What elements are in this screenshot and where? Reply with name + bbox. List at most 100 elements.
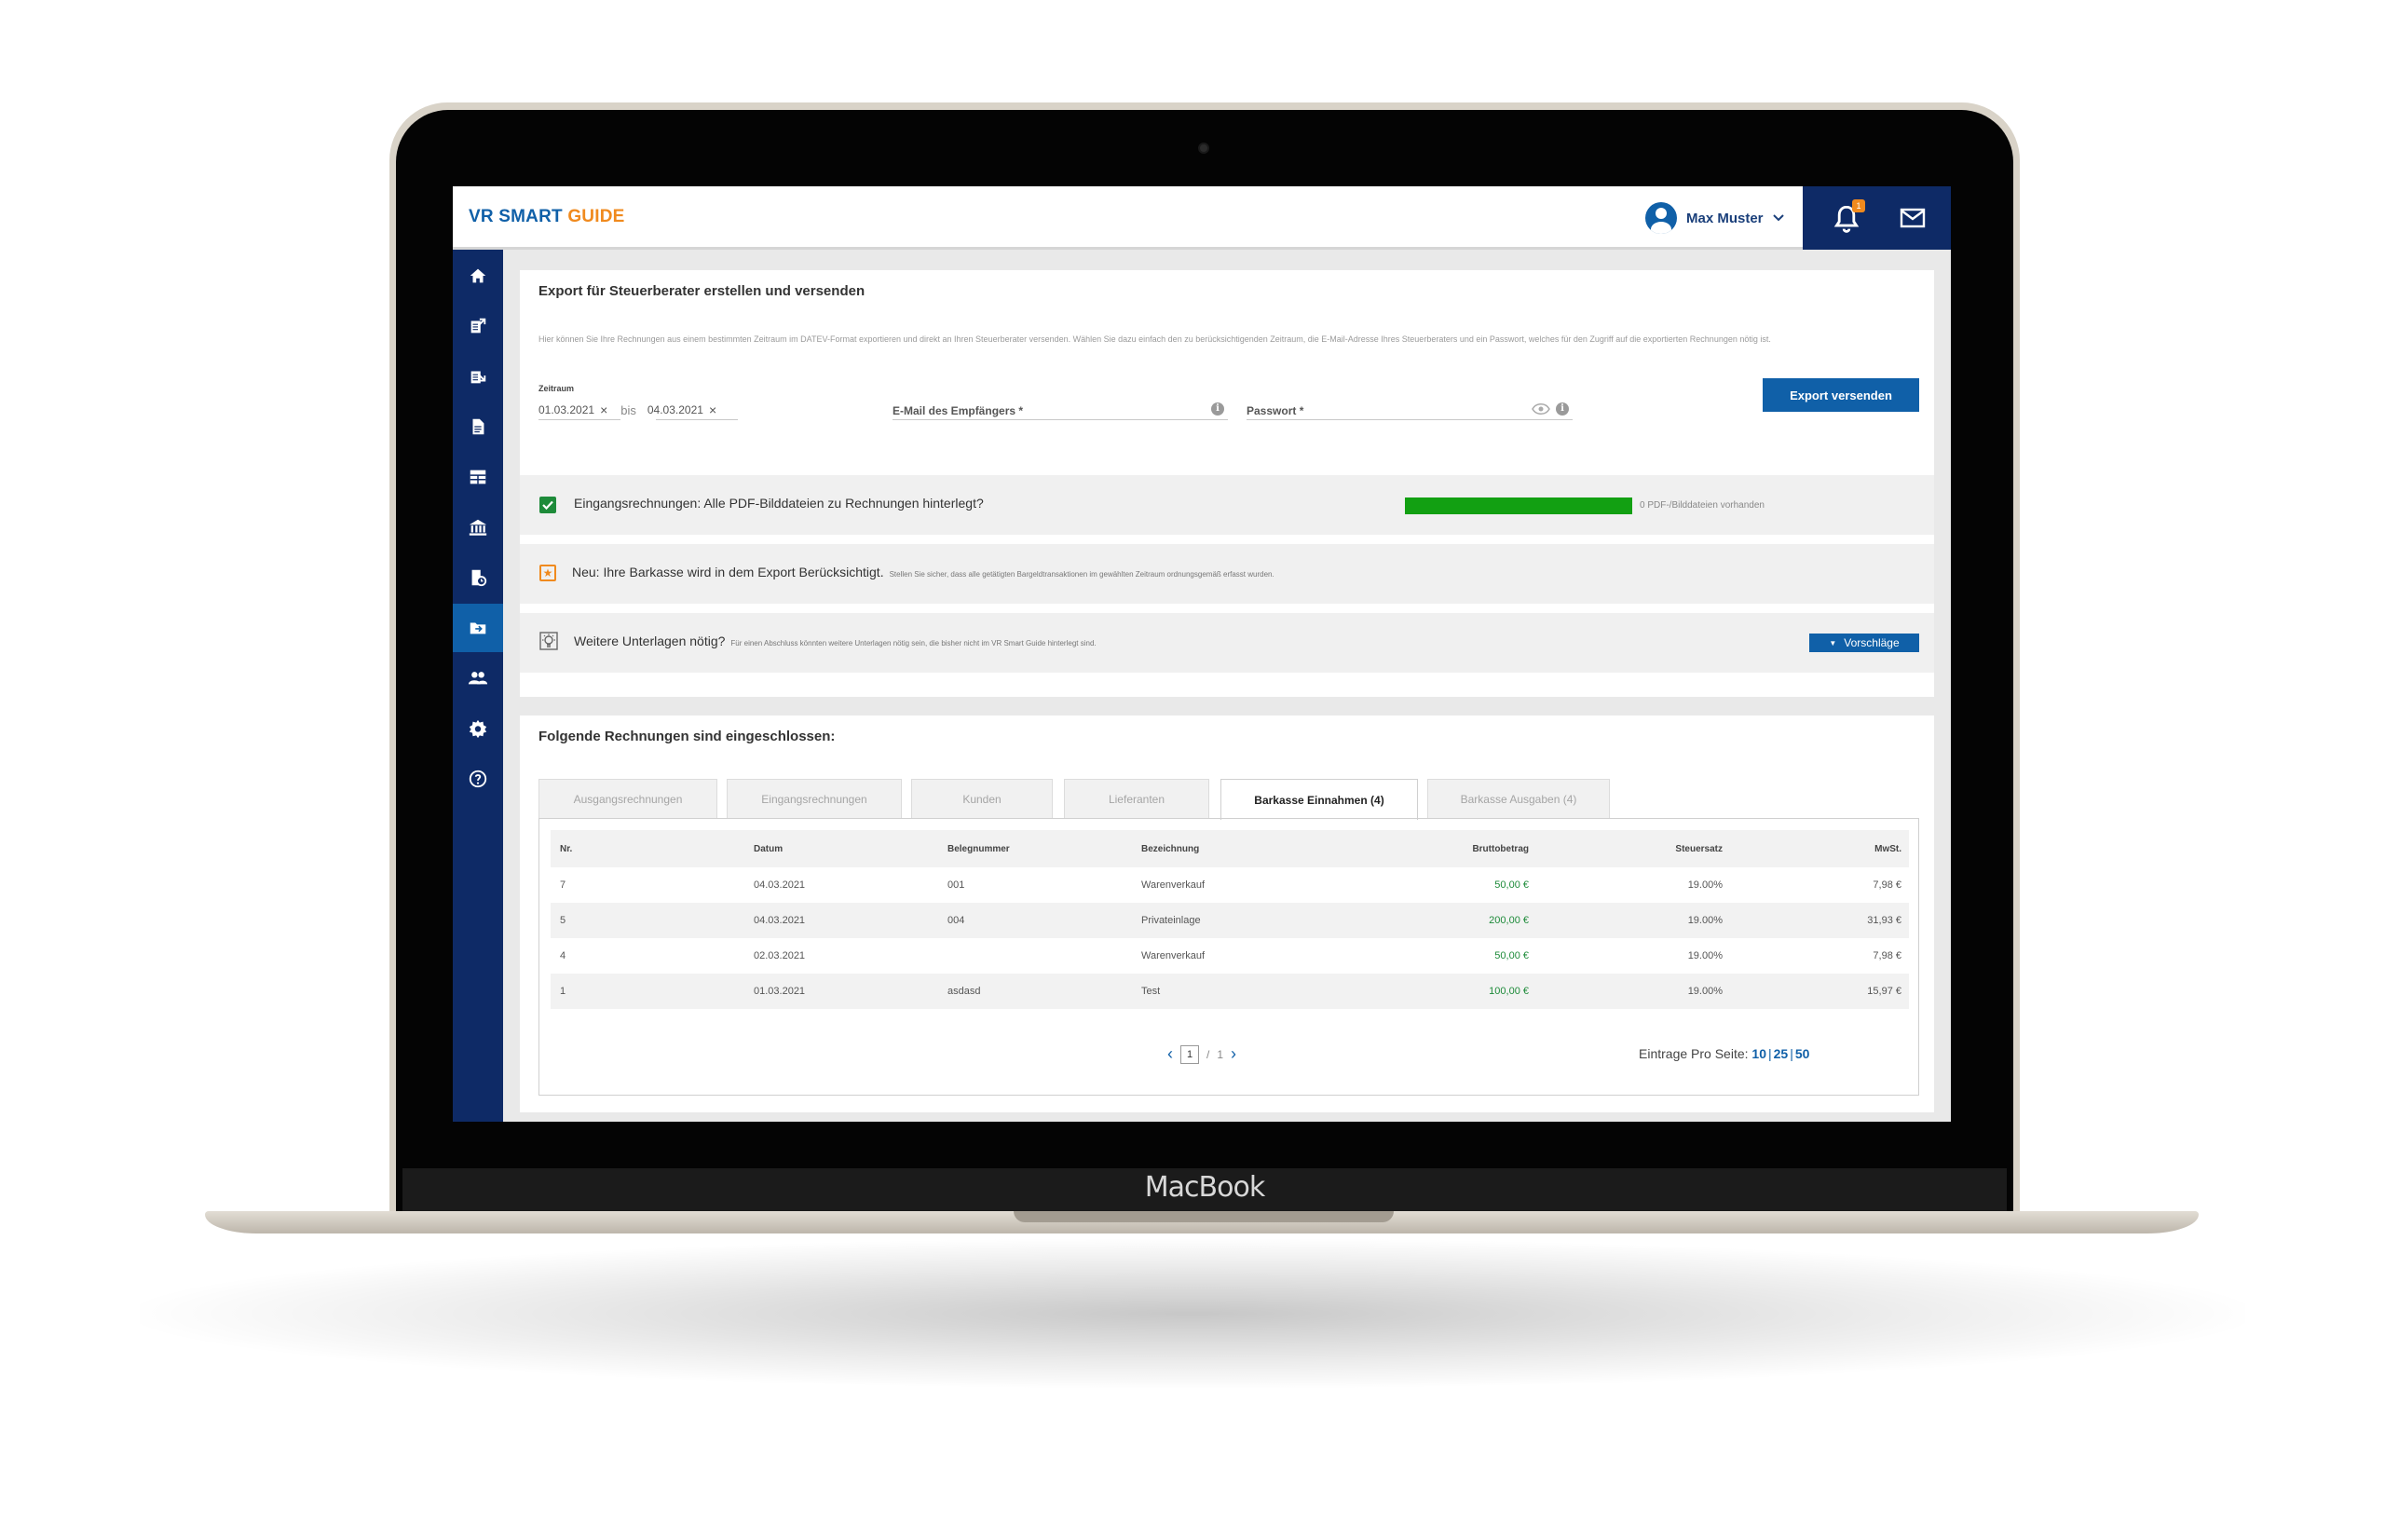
cell-datum: 04.03.2021 bbox=[754, 915, 806, 926]
col-mwst[interactable]: MwSt. bbox=[1762, 830, 1901, 867]
sidebar-item-export[interactable] bbox=[453, 604, 503, 652]
tab-barkasse-ausgaben[interactable]: Barkasse Ausgaben (4) bbox=[1427, 779, 1610, 818]
lightbulb-icon bbox=[539, 632, 558, 650]
date-to-field[interactable]: 04.03.2021 bbox=[647, 403, 703, 416]
per-page-50[interactable]: 50 bbox=[1795, 1046, 1810, 1061]
user-menu[interactable]: Max Muster bbox=[1645, 201, 1784, 235]
pdf-progress-text: 0 PDF-/Bilddateien vorhanden bbox=[1640, 500, 1765, 511]
cell-nr: 7 bbox=[560, 879, 566, 891]
tab-eingangsrechnungen[interactable]: Eingangsrechnungen bbox=[727, 779, 902, 818]
date-range: 01.03.2021 × bis 04.03.2021 × bbox=[538, 402, 729, 417]
entries-per-page-label: Eintrage Pro Seite: bbox=[1639, 1046, 1749, 1061]
bis-label: bis bbox=[620, 402, 636, 417]
cell-mwst: 7,98 € bbox=[1873, 950, 1901, 961]
check-icon bbox=[542, 500, 553, 511]
sidebar-item-outgoing[interactable] bbox=[453, 302, 503, 350]
laptop-notch bbox=[1014, 1211, 1394, 1222]
cash-info-row: ★ Neu: Ihre Barkasse wird in dem Export … bbox=[520, 544, 1934, 604]
app-logo[interactable]: VR SMART GUIDE bbox=[469, 207, 625, 227]
col-steuersatz[interactable]: Steuersatz bbox=[1583, 830, 1723, 867]
sidebar-item-documents[interactable] bbox=[453, 402, 503, 451]
cell-datum: 04.03.2021 bbox=[754, 879, 806, 891]
more-docs-note: Für einen Abschluss könnten weitere Unte… bbox=[730, 639, 1097, 647]
star-icon: ★ bbox=[539, 565, 556, 581]
sidebar-item-help[interactable] bbox=[453, 755, 503, 803]
password-info-icon[interactable]: i bbox=[1556, 402, 1569, 416]
email-field[interactable]: E-Mail des Empfängers * bbox=[893, 404, 1023, 417]
help-icon bbox=[469, 770, 487, 788]
tab-kunden[interactable]: Kunden bbox=[911, 779, 1053, 818]
avatar-icon bbox=[1645, 202, 1677, 234]
cash-info-text: Neu: Ihre Barkasse wird in dem Export Be… bbox=[572, 565, 1274, 579]
gear-icon bbox=[469, 719, 487, 739]
laptop-shadow bbox=[140, 1239, 2245, 1388]
invoice-table: Nr. Datum Belegnummer Bezeichnung Brutto… bbox=[538, 818, 1919, 1096]
col-bezeichnung[interactable]: Bezeichnung bbox=[1141, 830, 1199, 867]
sidebar-item-settings[interactable] bbox=[453, 704, 503, 753]
export-folder-icon bbox=[470, 622, 486, 634]
pagination: ‹ 1 / 1 › bbox=[1167, 1044, 1236, 1064]
per-page-10[interactable]: 10 bbox=[1751, 1046, 1766, 1061]
col-nr[interactable]: Nr. bbox=[560, 830, 572, 867]
table-row[interactable]: 7 04.03.2021 001 Warenverkauf 50,00 € 19… bbox=[551, 867, 1909, 903]
cell-bruttobetrag: 50,00 € bbox=[1494, 950, 1529, 961]
sidebar-item-table[interactable] bbox=[453, 453, 503, 501]
incoming-invoices-icon bbox=[470, 371, 486, 384]
table-row[interactable]: 5 04.03.2021 004 Privateinlage 200,00 € … bbox=[551, 903, 1909, 938]
mail-icon[interactable] bbox=[1899, 205, 1927, 231]
export-card: Export für Steuerberater erstellen und v… bbox=[520, 270, 1934, 697]
logo-text-vr: VR SMART bbox=[469, 207, 568, 226]
tab-ausgangsrechnungen[interactable]: Ausgangsrechnungen bbox=[538, 779, 717, 818]
camera-icon bbox=[1198, 143, 1209, 154]
receipt-clock-icon bbox=[471, 569, 487, 587]
caret-down-icon: ▼ bbox=[1829, 638, 1837, 647]
clear-date-from-icon[interactable]: × bbox=[600, 402, 607, 417]
cell-steuersatz: 19.00% bbox=[1687, 950, 1723, 961]
tab-lieferanten[interactable]: Lieferanten bbox=[1064, 779, 1209, 818]
current-page-input[interactable]: 1 bbox=[1180, 1044, 1199, 1064]
password-field[interactable]: Passwort * bbox=[1247, 404, 1303, 417]
chevron-left-icon[interactable]: ‹ bbox=[1167, 1044, 1173, 1064]
col-datum[interactable]: Datum bbox=[754, 830, 783, 867]
table-header: Nr. Datum Belegnummer Bezeichnung Brutto… bbox=[551, 830, 1909, 867]
more-docs-main: Weitere Unterlagen nötig? bbox=[574, 634, 726, 648]
cell-nr: 1 bbox=[560, 986, 566, 997]
document-icon bbox=[472, 418, 484, 435]
cell-bezeichnung: Privateinlage bbox=[1141, 915, 1201, 926]
cell-nr: 5 bbox=[560, 915, 566, 926]
cell-bruttobetrag: 50,00 € bbox=[1494, 879, 1529, 891]
sidebar-item-receipts[interactable] bbox=[453, 553, 503, 602]
cell-mwst: 15,97 € bbox=[1867, 986, 1901, 997]
sidebar-item-incoming[interactable] bbox=[453, 352, 503, 401]
page-separator: / bbox=[1206, 1047, 1210, 1061]
export-description: Hier können Sie Ihre Rechnungen aus eine… bbox=[538, 334, 1771, 344]
invoices-title: Folgende Rechnungen sind eingeschlossen: bbox=[538, 729, 836, 744]
date-from-underline bbox=[538, 419, 620, 420]
suggestions-button[interactable]: ▼ Vorschläge bbox=[1809, 634, 1919, 652]
per-page-25[interactable]: 25 bbox=[1774, 1046, 1789, 1061]
table-row[interactable]: 4 02.03.2021 Warenverkauf 50,00 € 19.00%… bbox=[551, 938, 1909, 974]
eye-icon[interactable] bbox=[1532, 402, 1550, 416]
zeitraum-label: Zeitraum bbox=[538, 384, 575, 393]
sidebar-item-home[interactable] bbox=[453, 252, 503, 300]
email-underline bbox=[893, 419, 1228, 420]
tab-barkasse-einnahmen[interactable]: Barkasse Einnahmen (4) bbox=[1220, 779, 1418, 820]
outgoing-invoices-icon bbox=[470, 318, 486, 334]
sidebar-item-bank[interactable] bbox=[453, 503, 503, 552]
bank-icon bbox=[469, 519, 487, 536]
chevron-right-icon[interactable]: › bbox=[1231, 1044, 1236, 1064]
cell-bruttobetrag: 200,00 € bbox=[1489, 915, 1529, 926]
clear-date-to-icon[interactable]: × bbox=[709, 402, 716, 417]
col-bruttobetrag[interactable]: Bruttobetrag bbox=[1389, 830, 1529, 867]
checkbox-checked[interactable] bbox=[539, 497, 556, 513]
cell-bezeichnung: Warenverkauf bbox=[1141, 879, 1206, 891]
date-from-field[interactable]: 01.03.2021 bbox=[538, 403, 594, 416]
email-info-icon[interactable]: i bbox=[1211, 402, 1224, 416]
table-row[interactable]: 1 01.03.2021 asdasd Test 100,00 € 19.00%… bbox=[551, 974, 1909, 1009]
cell-belegnummer: 004 bbox=[947, 915, 965, 926]
sidebar-item-users[interactable] bbox=[453, 654, 503, 702]
total-pages: 1 bbox=[1217, 1047, 1224, 1061]
chevron-down-icon bbox=[1772, 214, 1784, 222]
export-send-button[interactable]: Export versenden bbox=[1763, 378, 1919, 412]
col-belegnummer[interactable]: Belegnummer bbox=[947, 830, 1010, 867]
